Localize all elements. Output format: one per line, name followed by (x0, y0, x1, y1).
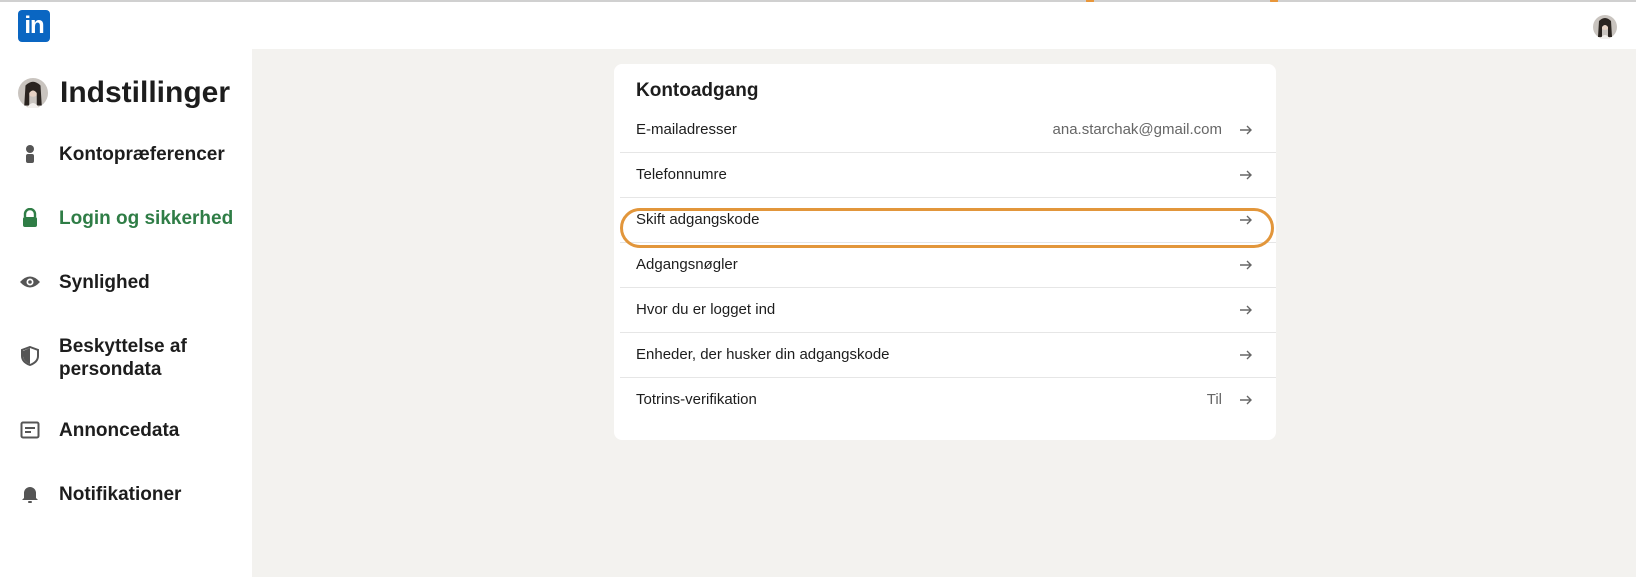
account-access-card: Kontoadgang E-mailadresser ana.starchak@… (614, 64, 1276, 440)
row-email-addresses[interactable]: E-mailadresser ana.starchak@gmail.com (614, 106, 1276, 153)
arrow-right-icon (1240, 305, 1252, 314)
row-value: Til (1206, 391, 1222, 408)
eye-icon (18, 270, 42, 294)
row-phone-numbers[interactable]: Telefonnumre (614, 151, 1276, 198)
person-icon (18, 142, 42, 166)
row-two-step-verification[interactable]: Totrins-verifikation Til (614, 376, 1276, 423)
arrow-right-icon (1240, 260, 1252, 269)
sidebar-item-label: Kontopræferencer (59, 144, 225, 165)
row-label: Adgangsnøgler (636, 256, 738, 273)
row-where-signed-in[interactable]: Hvor du er logget ind (614, 286, 1276, 333)
sidebar-item-ad-data[interactable]: Annoncedata (18, 418, 248, 442)
row-label: Enheder, der husker din adgangskode (636, 346, 890, 363)
settings-sidebar: Indstillinger Kontopræferencer Login og … (0, 49, 252, 580)
sidebar-item-label: Synlighed (59, 272, 150, 293)
sidebar-item-label: Login og sikkerhed (59, 208, 234, 229)
arrow-right-icon (1240, 350, 1252, 359)
shield-icon (18, 344, 42, 368)
page-title: Indstillinger (60, 76, 231, 109)
sidebar-item-label: Annoncedata (59, 420, 180, 441)
row-label: Telefonnumre (636, 166, 727, 183)
row-passkeys[interactable]: Adgangsnøgler (614, 241, 1276, 288)
ad-card-icon (18, 418, 42, 442)
arrow-right-icon (1240, 395, 1252, 404)
main-content: Kontoadgang E-mailadresser ana.starchak@… (252, 49, 1636, 580)
sidebar-item-notifications[interactable]: Notifikationer (18, 482, 248, 506)
arrow-right-icon (1240, 215, 1252, 224)
sidebar-item-label: Notifikationer (59, 484, 182, 505)
profile-avatar[interactable] (1593, 15, 1617, 39)
top-bar: in (0, 2, 1636, 49)
sidebar-item-login-security[interactable]: Login og sikkerhed (18, 206, 248, 230)
bell-icon (18, 482, 42, 506)
sidebar-header: Indstillinger (18, 73, 230, 113)
row-value: ana.starchak@gmail.com (1052, 121, 1222, 138)
row-label: Totrins-verifikation (636, 391, 757, 408)
row-label: E-mailadresser (636, 121, 737, 138)
sidebar-avatar (18, 78, 48, 108)
sidebar-item-label: Beskyttelse af persondata (59, 336, 187, 380)
linkedin-logo[interactable]: in (18, 10, 50, 42)
arrow-right-icon (1240, 170, 1252, 179)
sidebar-item-data-privacy[interactable]: Beskyttelse af persondata (18, 334, 248, 381)
sidebar-item-account-preferences[interactable]: Kontopræferencer (18, 142, 248, 166)
row-remembered-devices[interactable]: Enheder, der husker din adgangskode (614, 331, 1276, 378)
card-title: Kontoadgang (636, 80, 759, 101)
sidebar-item-visibility[interactable]: Synlighed (18, 270, 248, 294)
row-change-password[interactable]: Skift adgangskode (614, 196, 1276, 243)
arrow-right-icon (1240, 125, 1252, 134)
row-label: Hvor du er logget ind (636, 301, 776, 318)
row-label: Skift adgangskode (636, 211, 760, 228)
lock-icon (18, 206, 42, 230)
